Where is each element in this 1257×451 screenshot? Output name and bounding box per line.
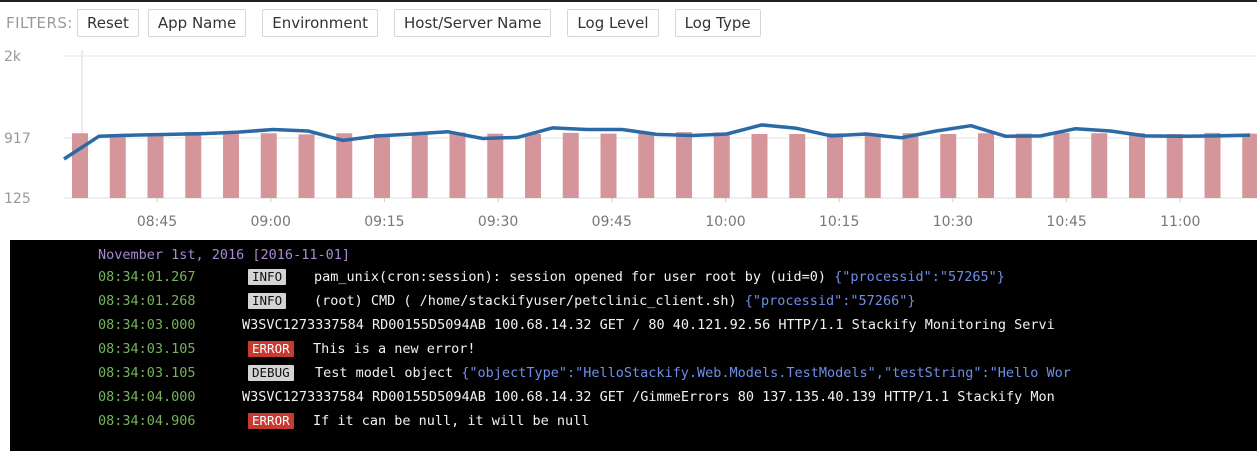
log-message: This is a new error! <box>313 338 476 360</box>
chart-bar <box>449 132 466 198</box>
x-tick-label: 11:00 <box>1160 214 1200 230</box>
x-tick-label: 10:15 <box>819 214 859 230</box>
filter-bar: FILTERS: Reset App Name Environment Host… <box>0 8 777 38</box>
log-row[interactable]: 08:34:04.000 W3SVC1273337584 RD00155D5094… <box>10 386 1257 408</box>
log-row[interactable]: 08:34:03.105 ERROR This is a new error! <box>10 338 1257 360</box>
chart-bar <box>1204 132 1221 198</box>
log-level-badge: INFO <box>248 293 287 309</box>
x-tick-label: 09:30 <box>478 214 518 230</box>
chart-bar <box>789 134 806 198</box>
log-viewer: November 1st, 2016 [2016-11-01] 08:34:01… <box>10 240 1257 451</box>
log-row[interactable]: 08:34:01.267 INFO pam_unix(cron:session): … <box>10 266 1257 288</box>
log-timestamp: 08:34:01.267 <box>98 269 196 285</box>
log-timestamp: 08:34:03.000 <box>98 317 196 333</box>
chart-bar <box>1242 133 1257 198</box>
log-level-badge: INFO <box>248 269 287 285</box>
log-message-text: Test model object <box>315 365 454 381</box>
log-message: (root) CMD ( /home/stackifyuser/petclini… <box>314 290 915 312</box>
log-level-filter-button[interactable]: Log Level <box>567 9 659 37</box>
chart-bar <box>1053 132 1070 198</box>
log-timestamp: 08:34:04.906 <box>98 413 196 429</box>
log-timestamp: 08:34:01.268 <box>98 293 196 309</box>
x-tick-label: 10:45 <box>1046 214 1086 230</box>
y-tick-label: 917 <box>4 131 31 147</box>
log-message: pam_unix(cron:session): session opened f… <box>314 266 1005 288</box>
log-message-text: W3SVC1273337584 RD00155D5094AB 100.68.14… <box>242 389 1055 405</box>
log-type-filter-button[interactable]: Log Type <box>674 9 761 37</box>
chart-bar <box>902 133 919 198</box>
chart-bar <box>185 132 202 198</box>
log-level-badge: DEBUG <box>248 365 294 381</box>
log-message: W3SVC1273337584 RD00155D5094AB 100.68.14… <box>242 314 1055 336</box>
top-border <box>0 0 1257 8</box>
log-row[interactable]: 08:34:04.906 ERROR If it can be null, it w… <box>10 410 1257 432</box>
log-message-text: pam_unix(cron:session): session opened f… <box>314 269 827 285</box>
x-tick-label: 10:30 <box>933 214 973 230</box>
chart-bar <box>411 133 428 198</box>
log-row[interactable]: 08:34:03.000 W3SVC1273337584 RD00155D5094… <box>10 314 1257 336</box>
log-row[interactable]: 08:34:01.268 INFO (root) CMD ( /home/stack… <box>10 290 1257 312</box>
chart-bar <box>940 134 957 198</box>
chart-bar <box>109 134 126 198</box>
chart-bar <box>223 134 239 198</box>
chart-bar <box>676 132 692 198</box>
chart-bar <box>978 133 994 198</box>
log-message-text: This is a new error! <box>313 341 476 357</box>
chart-bar <box>562 132 579 198</box>
chart-bar <box>600 133 617 198</box>
filters-label: FILTERS: <box>6 14 73 32</box>
chart-bar <box>336 133 353 198</box>
log-timestamp: 08:34:03.105 <box>98 365 196 381</box>
log-timestamp: 08:34:03.105 <box>98 341 196 357</box>
y-tick-label: 125 <box>4 191 31 207</box>
log-message-text: W3SVC1273337584 RD00155D5094AB 100.68.14… <box>242 317 1055 333</box>
log-json-payload[interactable]: {"processid":"57266"} <box>737 293 916 309</box>
x-tick-label: 09:45 <box>592 214 632 230</box>
log-date-header: November 1st, 2016 [2016-11-01] <box>98 247 350 263</box>
chart-bar <box>298 134 315 198</box>
log-message-text: If it can be null, it will be null <box>313 413 590 429</box>
chart-bar <box>864 133 881 198</box>
chart-bar <box>487 133 504 198</box>
x-tick-label: 09:15 <box>364 214 404 230</box>
app-name-filter-button[interactable]: App Name <box>147 9 247 37</box>
chart-bar <box>1091 133 1108 198</box>
host-server-name-filter-button[interactable]: Host/Server Name <box>394 9 552 37</box>
environment-filter-button[interactable]: Environment <box>262 9 378 37</box>
chart-bar <box>525 134 541 198</box>
chart-bar <box>147 133 164 198</box>
x-tick-label: 08:45 <box>137 214 177 230</box>
log-timestamp: 08:34:04.000 <box>98 389 196 405</box>
log-level-badge: ERROR <box>248 413 294 429</box>
log-json-payload[interactable]: {"objectType":"HelloStackify.Web.Models.… <box>453 365 1071 381</box>
chart-bar <box>1166 134 1183 198</box>
chart-bar <box>751 134 768 198</box>
chart-bar <box>260 133 277 198</box>
chart-bar <box>638 133 655 198</box>
chart-bar <box>713 132 730 198</box>
log-json-payload[interactable]: {"processid":"57265"} <box>826 269 1005 285</box>
log-volume-chart: 2k 917 125 08:45 09:00 09:15 09:30 09:45 10:00 10… <box>4 49 1257 230</box>
x-tick-label: 09:00 <box>251 214 291 230</box>
chart-bar <box>1129 133 1145 198</box>
log-row[interactable]: 08:34:03.105 DEBUG Test model object {"obj… <box>10 362 1257 384</box>
series-line <box>63 123 1251 161</box>
log-message: If it can be null, it will be null <box>313 410 589 432</box>
log-message: Test model object {"objectType":"HelloSt… <box>315 362 1071 384</box>
log-level-badge: ERROR <box>248 341 294 357</box>
log-message-text: (root) CMD ( /home/stackifyuser/petclini… <box>314 293 737 309</box>
chart-bar <box>827 133 843 198</box>
x-tick-label: 10:00 <box>705 214 745 230</box>
chart-bar <box>374 134 390 198</box>
chart-bar <box>1015 133 1032 198</box>
y-tick-label: 2k <box>4 49 22 65</box>
reset-filter-button[interactable]: Reset <box>76 9 139 37</box>
log-message: W3SVC1273337584 RD00155D5094AB 100.68.14… <box>242 386 1055 408</box>
